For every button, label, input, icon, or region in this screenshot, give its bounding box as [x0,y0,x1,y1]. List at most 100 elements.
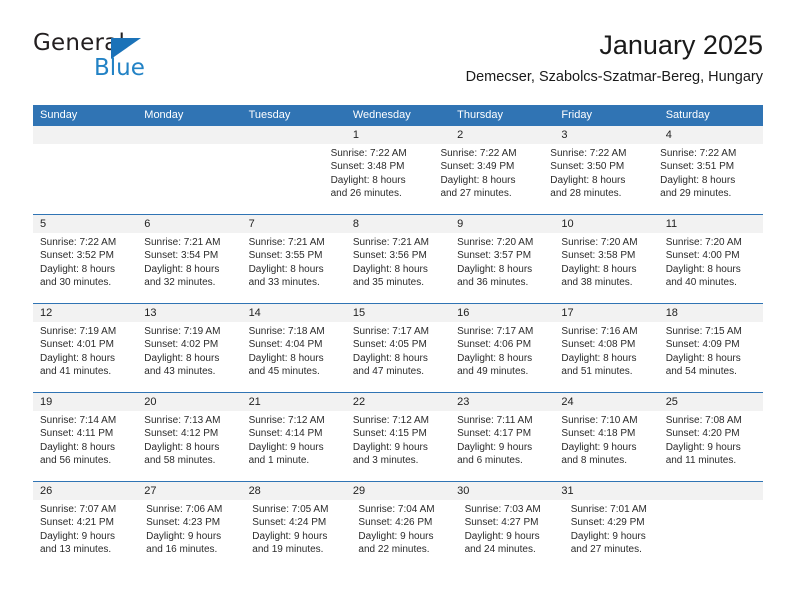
weekday-header-wednesday: Wednesday [352,109,411,121]
day-detail-line: and 27 minutes. [570,543,642,555]
day-detail-line: Daylight: 9 hours [358,530,434,542]
day-number-23[interactable]: 23 [450,393,554,411]
day-detail-line: Daylight: 8 hours [330,174,406,186]
day-detail-line: and 8 minutes. [561,454,628,466]
weekday-header-monday: Monday [144,109,184,121]
day-detail-line: and 27 minutes. [440,187,512,199]
day-detail-line: Daylight: 9 hours [665,441,741,453]
day-detail-line: Daylight: 8 hours [660,174,736,186]
day-number-empty [137,126,241,144]
day-detail-line: Sunset: 3:49 PM [440,161,515,173]
day-number-31[interactable]: 31 [554,482,658,500]
day-detail-line: and 13 minutes. [40,543,112,555]
week-date-strip: 19 20 21 22 23 24 25 [33,393,763,411]
day-number-19[interactable]: 19 [33,393,137,411]
day-details-15: Sunrise: 7:17 AM Sunset: 4:05 PM Daylight:… [346,322,450,392]
week-date-strip: 5 6 7 8 9 10 11 [33,215,763,233]
day-number-22[interactable]: 22 [346,393,450,411]
day-number-21[interactable]: 21 [242,393,346,411]
day-number-14[interactable]: 14 [242,304,346,322]
day-details-8: Sunrise: 7:21 AM Sunset: 3:56 PM Daylight:… [346,233,450,303]
day-number-15[interactable]: 15 [346,304,450,322]
day-detail-line: Daylight: 8 hours [40,263,116,275]
day-detail-line: Sunrise: 7:17 AM [352,326,429,337]
day-detail-line: and 3 minutes. [352,454,419,466]
day-number-29[interactable]: 29 [346,482,450,500]
day-detail-line: Daylight: 9 hours [40,530,116,542]
day-detail-line: Sunset: 4:24 PM [252,517,327,529]
day-detail-line: and 41 minutes. [40,365,112,377]
day-detail-line: Sunrise: 7:08 AM [665,415,742,426]
day-number-1[interactable]: 1 [346,126,450,144]
day-detail-line: Daylight: 8 hours [248,352,324,364]
day-detail-line: Daylight: 8 hours [352,352,428,364]
day-detail-line: Sunset: 4:26 PM [358,517,433,529]
day-number-28[interactable]: 28 [242,482,346,500]
day-details-empty [227,144,324,214]
day-number-empty [659,482,763,500]
day-detail-line: Sunrise: 7:06 AM [146,504,223,515]
day-detail-line: Sunset: 4:21 PM [40,517,114,529]
day-detail-line: Sunrise: 7:05 AM [252,504,329,515]
weekday-header-thursday: Thursday [457,109,503,121]
day-details-1: Sunrise: 7:22 AM Sunset: 3:48 PM Daylight:… [324,144,434,214]
day-number-26[interactable]: 26 [33,482,137,500]
day-detail-line: Sunrise: 7:22 AM [40,237,117,248]
general-blue-logo[interactable]: General Blue [33,30,253,90]
day-detail-line: Sunrise: 7:20 AM [561,237,638,248]
day-number-8[interactable]: 8 [346,215,450,233]
title-block: January 2025 Demecser, Szabolcs-Szatmar-… [466,28,763,88]
day-detail-line: Sunrise: 7:10 AM [561,415,638,426]
week-detail-strip: Sunrise: 7:22 AM Sunset: 3:52 PM Daylight:… [33,233,763,303]
day-number-11[interactable]: 11 [659,215,763,233]
day-detail-line: Sunrise: 7:21 AM [248,237,325,248]
page-subtitle: Demecser, Szabolcs-Szatmar-Bereg, Hungar… [465,69,763,85]
day-number-9[interactable]: 9 [450,215,554,233]
page-header: General Blue January 2025 Demecser, Szab… [33,28,763,98]
day-number-6[interactable]: 6 [137,215,241,233]
day-number-12[interactable]: 12 [33,304,137,322]
day-number-3[interactable]: 3 [554,126,658,144]
weekday-header-friday: Friday [561,109,592,121]
day-details-29: Sunrise: 7:04 AM Sunset: 4:26 PM Daylight:… [351,500,457,570]
day-number-13[interactable]: 13 [137,304,241,322]
day-number-7[interactable]: 7 [242,215,346,233]
week-detail-strip: Sunrise: 7:19 AM Sunset: 4:01 PM Daylight:… [33,322,763,392]
day-details-21: Sunrise: 7:12 AM Sunset: 4:14 PM Daylight:… [242,411,346,481]
day-detail-line: and 51 minutes. [561,365,633,377]
day-number-30[interactable]: 30 [450,482,554,500]
day-details-28: Sunrise: 7:05 AM Sunset: 4:24 PM Daylight:… [245,500,351,570]
day-detail-line: Daylight: 9 hours [561,441,637,453]
week-detail-strip: Sunrise: 7:22 AM Sunset: 3:48 PM Daylight:… [33,144,763,214]
day-number-18[interactable]: 18 [659,304,763,322]
day-number-10[interactable]: 10 [554,215,658,233]
day-number-20[interactable]: 20 [137,393,241,411]
day-detail-line: Daylight: 9 hours [570,530,646,542]
day-number-2[interactable]: 2 [450,126,554,144]
day-number-24[interactable]: 24 [554,393,658,411]
day-detail-line: and 58 minutes. [144,454,216,466]
day-details-20: Sunrise: 7:13 AM Sunset: 4:12 PM Daylight:… [137,411,241,481]
day-detail-line: Sunrise: 7:21 AM [352,237,429,248]
day-detail-line: Daylight: 8 hours [665,352,741,364]
day-detail-line: Sunset: 3:50 PM [550,161,625,173]
day-detail-line: Sunset: 4:17 PM [457,428,532,440]
day-detail-line: Sunset: 3:52 PM [40,250,114,262]
day-detail-line: Daylight: 8 hours [457,352,533,364]
day-details-24: Sunrise: 7:10 AM Sunset: 4:18 PM Daylight:… [554,411,658,481]
day-number-16[interactable]: 16 [450,304,554,322]
day-details-5: Sunrise: 7:22 AM Sunset: 3:52 PM Daylight:… [33,233,137,303]
day-number-25[interactable]: 25 [659,393,763,411]
day-number-4[interactable]: 4 [659,126,763,144]
day-detail-line: Sunrise: 7:04 AM [358,504,435,515]
day-number-5[interactable]: 5 [33,215,137,233]
day-detail-line: and 16 minutes. [146,543,218,555]
calendar-weeks: 1 2 3 4 Sunrise: 7:22 AM Sunset: 3:48 PM Dayli… [33,126,763,570]
day-number-17[interactable]: 17 [554,304,658,322]
day-details-27: Sunrise: 7:06 AM Sunset: 4:23 PM Daylight:… [139,500,245,570]
day-number-27[interactable]: 27 [137,482,241,500]
day-detail-line: and 56 minutes. [40,454,112,466]
day-detail-line: and 33 minutes. [248,276,320,288]
day-detail-line: and 35 minutes. [352,276,425,288]
calendar-week-row: 12 13 14 15 16 17 18 Sunrise: 7:19 AM Sunset: 4:… [33,304,763,393]
